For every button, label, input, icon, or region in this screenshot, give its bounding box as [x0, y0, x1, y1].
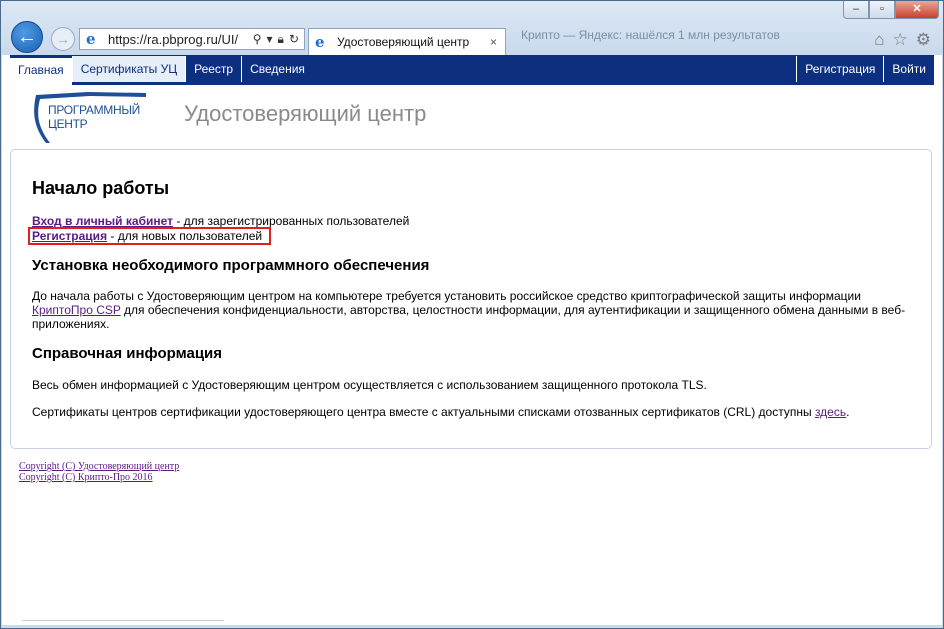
- software-text2: для обеспечения конфиденциальности, авто…: [32, 303, 906, 331]
- search-icon[interactable]: ⚲: [253, 32, 262, 46]
- toolbar-icons: ⌂ ☆ ⚙: [874, 30, 931, 50]
- minimize-icon[interactable]: –: [843, 1, 869, 19]
- tab-active[interactable]: e Удостоверяющий центр ×: [308, 28, 506, 55]
- highlight-box: [28, 227, 271, 245]
- url-text[interactable]: https://ra.pbprog.ru/UI/: [108, 32, 253, 47]
- maximize-icon[interactable]: ▫: [869, 1, 895, 19]
- page-title: Начало работы: [32, 178, 170, 198]
- background-tab-text: Крипто — Яндекс: нашёлся 1 млн результат…: [521, 28, 780, 42]
- window-controls: – ▫ ✕: [843, 1, 939, 19]
- software-paragraph: До начала работы с Удостоверяющим центро…: [32, 289, 912, 331]
- nav-home[interactable]: Главная: [10, 58, 72, 85]
- nav-right: Регистрация Войти: [796, 55, 934, 85]
- software-heading: Установка необходимого программного обес…: [32, 257, 430, 274]
- main-content: Начало работы Вход в личный кабинет - дл…: [10, 149, 932, 449]
- nav-register[interactable]: Регистрация: [796, 56, 883, 82]
- dropdown-icon[interactable]: ▾: [267, 32, 273, 46]
- ie-icon: e: [315, 33, 325, 51]
- info-heading: Справочная информация: [32, 345, 223, 362]
- favorites-star-icon[interactable]: ☆: [893, 30, 908, 50]
- info-text2: Сертификаты центров сертификации удостов…: [32, 405, 815, 419]
- close-window-icon[interactable]: ✕: [895, 1, 939, 19]
- back-button[interactable]: ←: [11, 21, 43, 53]
- ie-icon: e: [86, 30, 96, 48]
- top-navigation: Главная Сертификаты УЦ Реестр Сведения Р…: [10, 55, 934, 85]
- forward-button[interactable]: →: [51, 27, 75, 51]
- software-text1: До начала работы с Удостоверяющим центро…: [32, 289, 861, 303]
- info-end: .: [846, 405, 850, 419]
- nav-info[interactable]: Сведения: [241, 56, 313, 82]
- tab-title: Удостоверяющий центр: [337, 35, 470, 49]
- footer: Copyright (C) Удостоверяющий центр Copyr…: [19, 461, 179, 483]
- logo: ПРОГРАММНЫЙ ЦЕНТР: [28, 89, 168, 145]
- nav-ca-certificates[interactable]: Сертификаты УЦ: [71, 56, 186, 82]
- login-line: Вход в личный кабинет - для зарегистриро…: [32, 214, 409, 228]
- nav-login[interactable]: Войти: [883, 56, 934, 82]
- copyright-cryptopro-link[interactable]: Copyright (C) Крипто-Про 2016: [19, 472, 179, 483]
- browser-window: Крипто — Яндекс: нашёлся 1 млн результат…: [0, 0, 944, 629]
- here-link[interactable]: здесь: [815, 405, 846, 419]
- info-paragraph2: Сертификаты центров сертификации удостов…: [32, 405, 912, 419]
- logo-line2: ЦЕНТР: [48, 117, 88, 131]
- site-header: ПРОГРАММНЫЙ ЦЕНТР Удостоверяющий центр: [22, 89, 922, 149]
- nav-registry[interactable]: Реестр: [185, 56, 241, 82]
- refresh-icon[interactable]: ↻: [289, 32, 299, 46]
- login-link[interactable]: Вход в личный кабинет: [32, 214, 173, 228]
- info-text1: Весь обмен информацией с Удостоверяющим …: [32, 378, 707, 392]
- nav-left: Главная Сертификаты УЦ Реестр Сведения: [10, 55, 313, 85]
- browser-chrome: Крипто — Яндекс: нашёлся 1 млн результат…: [1, 1, 943, 55]
- status-bar: [22, 620, 224, 621]
- login-desc: - для зарегистрированных пользователей: [173, 214, 410, 228]
- copyright-ca-link[interactable]: Copyright (C) Удостоверяющий центр: [19, 461, 179, 472]
- home-icon[interactable]: ⌂: [874, 30, 884, 50]
- page-viewport: Главная Сертификаты УЦ Реестр Сведения Р…: [2, 55, 942, 625]
- logo-line1: ПРОГРАММНЫЙ: [48, 103, 141, 117]
- lock-icon[interactable]: 🔒︎: [278, 32, 284, 47]
- tab-close-icon[interactable]: ×: [490, 35, 497, 49]
- logo-text: ПРОГРАММНЫЙ ЦЕНТР: [48, 103, 140, 131]
- site-title: Удостоверяющий центр: [184, 101, 427, 126]
- cryptopro-link[interactable]: КриптоПро CSP: [32, 303, 121, 317]
- settings-gear-icon[interactable]: ⚙: [916, 30, 931, 50]
- address-bar[interactable]: e https://ra.pbprog.ru/UI/ ⚲ ▾ 🔒︎ ↻: [79, 28, 305, 50]
